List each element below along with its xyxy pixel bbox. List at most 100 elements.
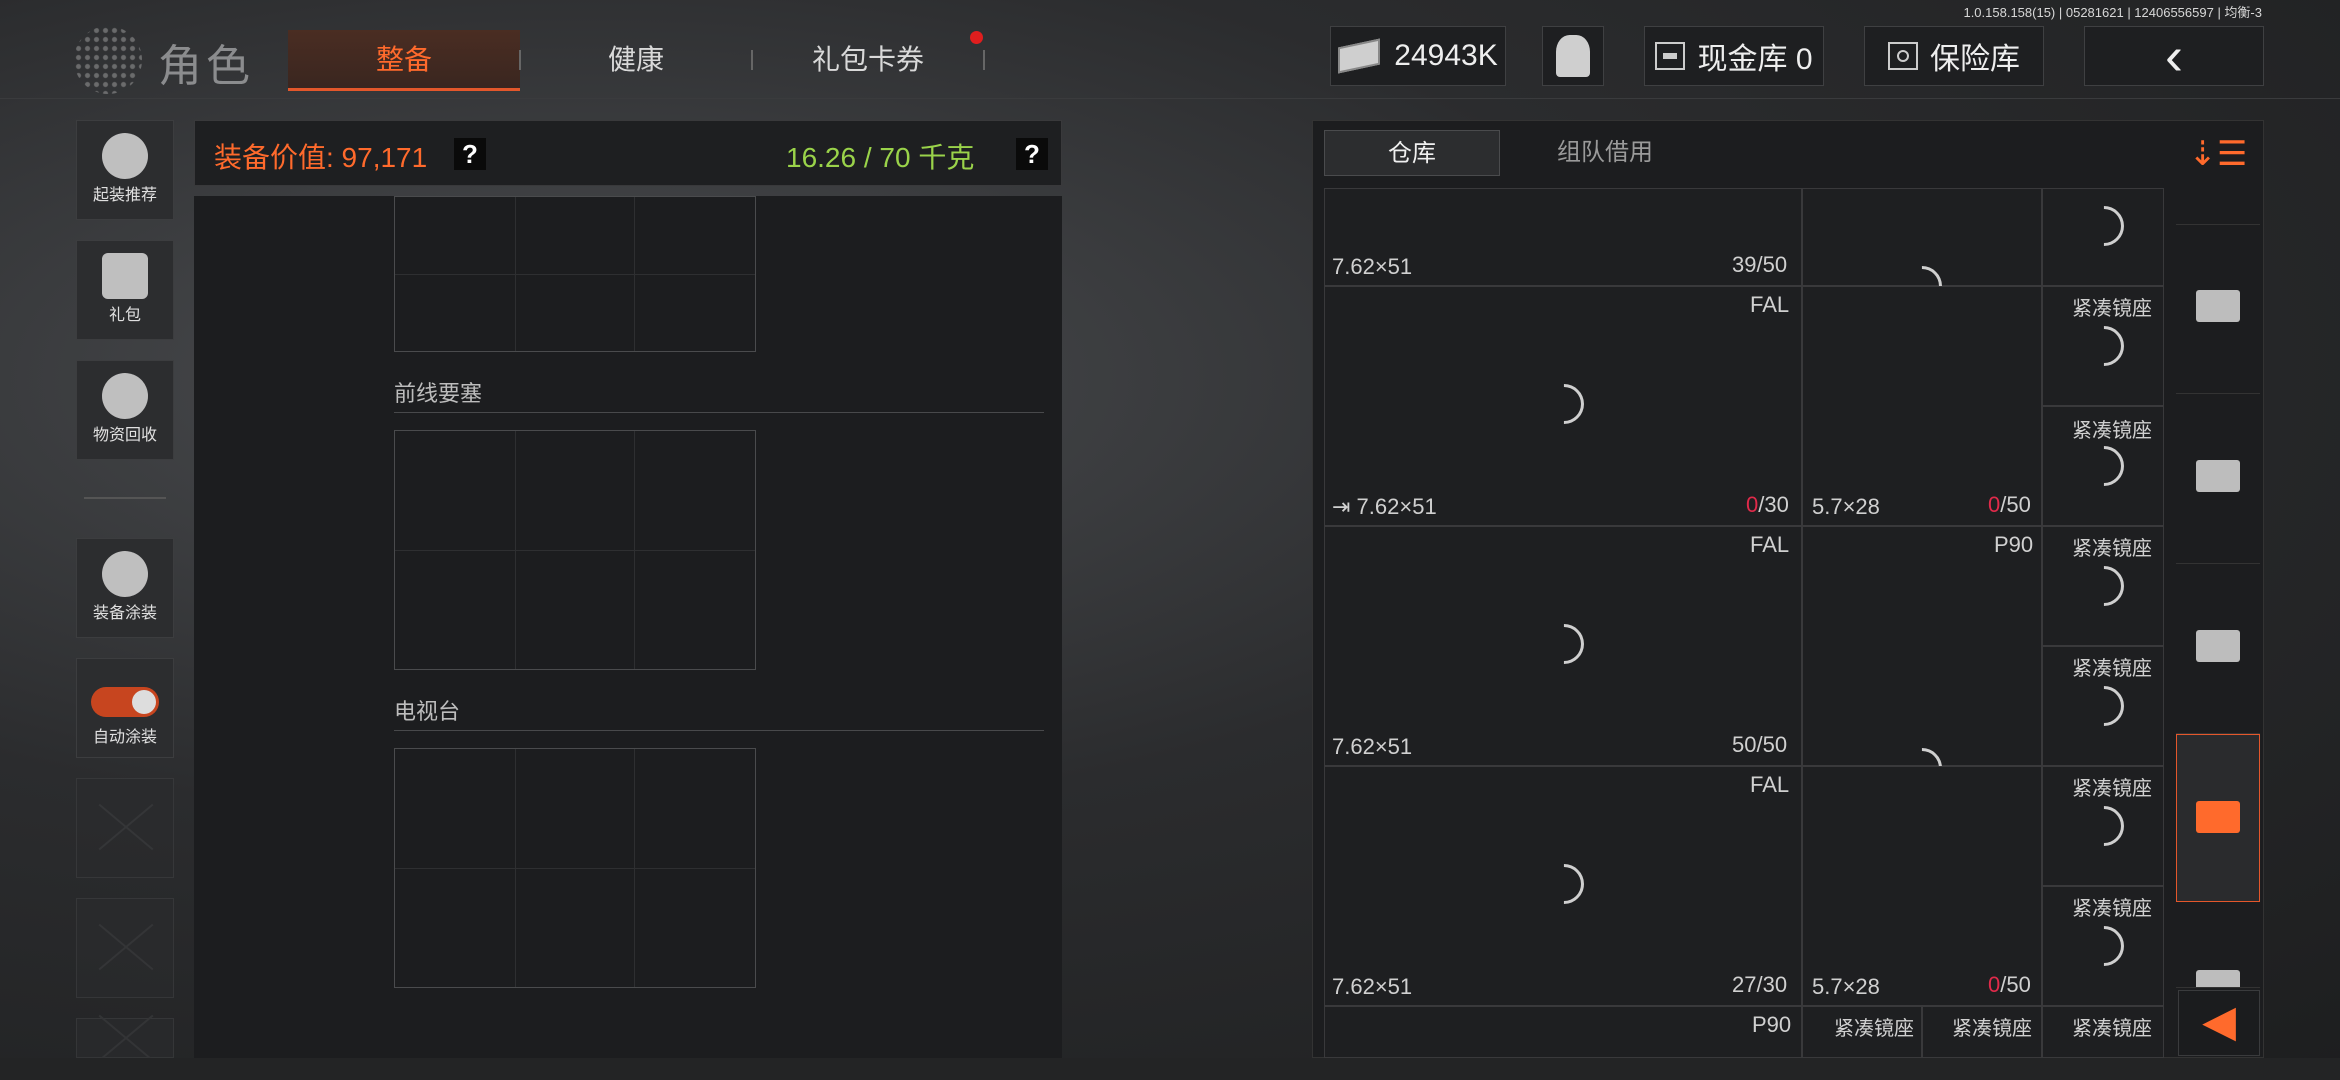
ammo-type: ⇥ 7.62×51: [1332, 494, 1437, 519]
tab-gift-coupons[interactable]: 礼包卡券: [752, 30, 984, 88]
safe-icon: [1888, 42, 1918, 70]
page-title: 角色: [158, 42, 254, 91]
tab-separator: [983, 50, 985, 70]
weapon-name: FAL: [1750, 532, 1790, 557]
money-amount: 24943K: [1394, 39, 1498, 72]
sidebar-empty-slot: [76, 778, 174, 878]
mount-name: 紧凑镜座: [2072, 778, 2152, 800]
mount-name: 紧凑镜座: [1952, 1018, 2032, 1040]
weapon-cell[interactable]: [1802, 286, 2042, 526]
notification-dot: [970, 31, 983, 44]
cash-vault-label: 现金库 0: [1697, 43, 1813, 76]
sidebar-item-label: 物资回收: [92, 427, 157, 444]
category-tab-active[interactable]: [2176, 734, 2260, 902]
tab-team-borrow[interactable]: 组队借用: [1512, 130, 1698, 176]
sidebar-item-loadout-recommend[interactable]: 起装推荐: [76, 120, 174, 220]
sidebar-item-recycle[interactable]: 物资回收: [76, 360, 174, 460]
equipment-value: 装备价值: 97,171: [214, 142, 428, 173]
ammo-count: 50/50: [1732, 732, 1788, 757]
section-divider: [394, 730, 1044, 731]
ammo-type: 5.7×28: [1812, 494, 1880, 519]
recycle-icon: [102, 373, 148, 419]
agent-icon: [1556, 35, 1590, 77]
back-arrow-icon: ‹: [2165, 26, 2183, 86]
collapse-panel-button[interactable]: ◀: [2178, 990, 2260, 1056]
ammo-type: 7.62×51: [1332, 254, 1413, 279]
tab-equip[interactable]: 整备: [288, 30, 520, 91]
sidebar-item-label: 装备涂装: [92, 605, 157, 622]
storage-box-icon: [2196, 970, 2240, 987]
value-help-icon[interactable]: ?: [454, 138, 486, 170]
unload-icon: ⇥: [1332, 494, 1357, 519]
ammo-count: 39/50: [1732, 252, 1788, 277]
tab-warehouse[interactable]: 仓库: [1324, 130, 1500, 176]
ammo-count: 0/30: [1746, 492, 1789, 517]
mount-name: 紧凑镜座: [2072, 898, 2152, 920]
helmet-grid-icon: [102, 133, 148, 179]
section-divider: [394, 412, 1044, 413]
equipment-slot[interactable]: [394, 748, 756, 988]
sidebar-empty-slot: [76, 898, 174, 998]
tab-health[interactable]: 健康: [520, 30, 752, 88]
section-title: 电视台: [394, 699, 461, 724]
storage-box-icon: [2196, 630, 2240, 662]
sidebar-divider: [84, 497, 166, 499]
equipment-slot[interactable]: [394, 196, 756, 352]
sidebar-item-label: 自动涂装: [92, 729, 157, 746]
cash-vault-button[interactable]: 现金库 0: [1644, 26, 1824, 86]
category-tab[interactable]: [2176, 902, 2260, 988]
back-button[interactable]: ‹: [2084, 26, 2264, 86]
ammo-type: 7.62×51: [1332, 734, 1413, 759]
sidebar-item-skin[interactable]: 装备涂装: [76, 538, 174, 638]
storage-box-icon: [2196, 801, 2240, 833]
weapon-cell[interactable]: [1802, 766, 2042, 1006]
sidebar-item-gift[interactable]: 礼包: [76, 240, 174, 340]
ammo-type: 5.7×28: [1812, 974, 1880, 999]
weight-help-icon[interactable]: ?: [1016, 138, 1048, 170]
version-info: 1.0.158.158(15) | 05281621 | 12406556597…: [1963, 5, 2262, 20]
weapon-cell[interactable]: [1802, 526, 2042, 766]
mount-name: 紧凑镜座: [2072, 538, 2152, 560]
cash-vault-icon: [1655, 42, 1686, 70]
weapon-name: FAL: [1750, 292, 1790, 317]
ammo-count: 0/50: [1988, 492, 2031, 517]
soldier-helmet-icon: [102, 551, 148, 597]
ammo-count: 27/30: [1732, 972, 1788, 997]
sidebar-empty-slot: [76, 1018, 174, 1058]
weapon-name: P90: [1994, 532, 2034, 557]
mount-name: 紧凑镜座: [2072, 420, 2152, 442]
money-icon: [1338, 38, 1381, 74]
safe-button[interactable]: 保险库: [1864, 26, 2044, 86]
storage-box-icon: [2196, 290, 2240, 322]
sort-icon: ⇣☰: [2188, 135, 2248, 173]
ammo-count: 0/50: [1988, 972, 2031, 997]
equipment-weight: 16.26 / 70 千克: [786, 142, 975, 173]
gift-icon: [102, 253, 148, 299]
bottom-bar: [0, 1058, 2340, 1080]
agent-button[interactable]: [1542, 26, 1604, 86]
sidebar-item-label: 礼包: [108, 307, 141, 324]
equipment-slot[interactable]: [394, 430, 756, 670]
auto-skin-toggle[interactable]: [91, 687, 159, 717]
ammo-type: 7.62×51: [1332, 974, 1413, 999]
weapon-name: FAL: [1750, 772, 1790, 797]
weapon-cell[interactable]: [1324, 1006, 1802, 1058]
sidebar-item-auto-skin[interactable]: 自动涂装: [76, 658, 174, 758]
sidebar-item-label: 起装推荐: [92, 187, 157, 204]
mount-name: 紧凑镜座: [1834, 1018, 1914, 1040]
category-tab[interactable]: [2176, 394, 2260, 564]
category-tab[interactable]: [2176, 564, 2260, 734]
collapse-arrow-icon: ◀: [2202, 997, 2236, 1046]
section-title: 前线要塞: [394, 381, 483, 406]
mount-name: 紧凑镜座: [2072, 298, 2152, 320]
money-display[interactable]: 24943K: [1330, 26, 1506, 86]
weapon-name: P90: [1752, 1012, 1792, 1037]
safe-label: 保险库: [1930, 43, 2020, 76]
header-divider: [0, 98, 2340, 99]
globe-logo-icon: [74, 26, 142, 94]
storage-box-icon: [2196, 460, 2240, 492]
sort-button[interactable]: ⇣☰: [2176, 124, 2260, 225]
mount-name: 紧凑镜座: [2072, 1018, 2152, 1040]
category-tab[interactable]: [2176, 224, 2260, 394]
mount-name: 紧凑镜座: [2072, 658, 2152, 680]
